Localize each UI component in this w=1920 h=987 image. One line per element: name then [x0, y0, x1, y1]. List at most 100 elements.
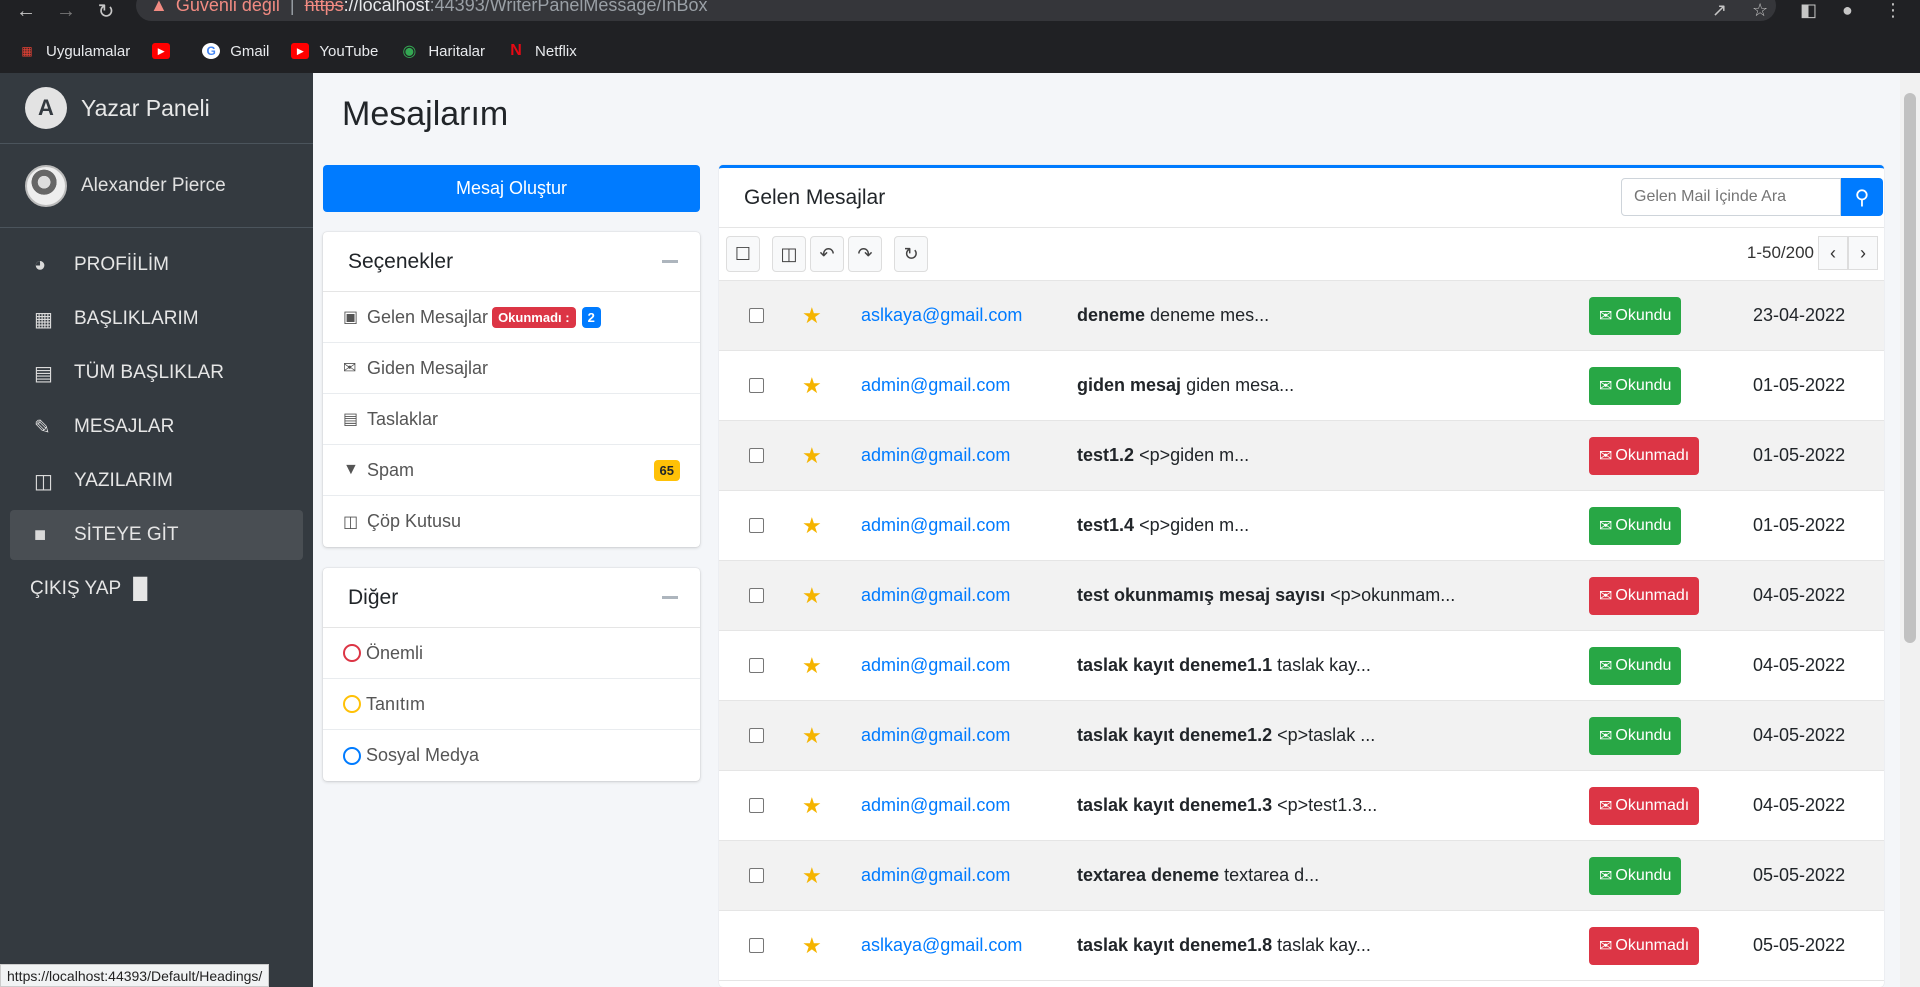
search-input[interactable]	[1621, 178, 1841, 216]
search-icon[interactable]: ⚲	[1841, 178, 1883, 216]
bookmark-youtube[interactable]: ▶ YouTube	[291, 43, 378, 60]
select-all-checkbox-icon[interactable]: ☐	[726, 236, 760, 272]
row-checkbox[interactable]	[749, 728, 764, 743]
message-sender[interactable]: admin@gmail.com	[861, 795, 1010, 816]
message-sender[interactable]: aslkaya@gmail.com	[861, 935, 1022, 956]
row-checkbox[interactable]	[749, 378, 764, 393]
table-row[interactable]: ★ admin@gmail.com taslak kayıt deneme1.3 <…	[719, 771, 1884, 841]
bookmark-apps[interactable]: ▦ Uygulamalar	[18, 43, 130, 60]
table-row[interactable]: ★ admin@gmail.com textarea deneme textarea…	[719, 841, 1884, 911]
message-sender[interactable]: admin@gmail.com	[861, 725, 1010, 746]
label-important[interactable]: Önemli	[323, 628, 700, 679]
read-status-button[interactable]: ✉ Okundu	[1589, 506, 1682, 545]
unread-status-button[interactable]: ✉ Okunmadı	[1589, 926, 1700, 965]
star-icon[interactable]: ★	[802, 863, 822, 889]
row-checkbox[interactable]	[749, 798, 764, 813]
folder-trash[interactable]: ◫ Çöp Kutusu	[323, 496, 700, 547]
folder-spam[interactable]: ▼ Spam 65	[323, 445, 700, 496]
bookmark-maps[interactable]: ◉ Haritalar	[400, 43, 485, 61]
message-subject[interactable]: taslak kayıt deneme1.3 <p>test1.3...	[1077, 795, 1377, 816]
forward-icon[interactable]: ↷	[848, 236, 882, 272]
trash-icon[interactable]: ◫	[772, 236, 806, 272]
reply-icon[interactable]: ↶	[810, 236, 844, 272]
unread-status-button[interactable]: ✉ Okunmadı	[1589, 576, 1700, 615]
bookmark-star-icon[interactable]: ☆	[1752, 0, 1768, 22]
reload-icon[interactable]: ↻	[92, 0, 120, 23]
chevron-right-icon[interactable]: ›	[1848, 236, 1878, 270]
sidebar-item-go-to-site[interactable]: ■ SİTEYE GİT	[10, 510, 303, 560]
bookmark-netflix[interactable]: N Netflix	[507, 42, 576, 60]
read-status-button[interactable]: ✉ Okundu	[1589, 296, 1682, 335]
compose-button[interactable]: Mesaj Oluştur	[323, 165, 700, 212]
folder-inbox[interactable]: ▣ Gelen Mesajlar Okunmadı : 2	[323, 292, 700, 343]
row-checkbox[interactable]	[749, 938, 764, 953]
message-sender[interactable]: admin@gmail.com	[861, 585, 1010, 606]
star-icon[interactable]: ★	[802, 793, 822, 819]
table-row[interactable]: ★ admin@gmail.com test okunmamış mesaj say…	[719, 561, 1884, 631]
folder-sent[interactable]: ✉ Giden Mesajlar	[323, 343, 700, 394]
share-icon[interactable]: ↗	[1712, 0, 1727, 22]
message-subject[interactable]: test1.4 <p>giden m...	[1077, 515, 1249, 536]
row-checkbox[interactable]	[749, 588, 764, 603]
brand-link[interactable]: A Yazar Paneli	[0, 73, 313, 144]
read-status-button[interactable]: ✉ Okundu	[1589, 646, 1682, 685]
message-subject[interactable]: test1.2 <p>giden m...	[1077, 445, 1249, 466]
sidebar-item-headings[interactable]: ▦ BAŞLIKLARIM	[10, 294, 303, 344]
menu-icon[interactable]: ⋮	[1884, 0, 1902, 22]
address-bar[interactable]: ▲ Güvenli değil | https://localhost:4439…	[136, 0, 1776, 21]
sidebar-item-all-headings[interactable]: ▤ TÜM BAŞLIKLAR	[10, 348, 303, 398]
row-checkbox[interactable]	[749, 518, 764, 533]
collapse-icon[interactable]	[662, 596, 678, 599]
sidebar-item-writings[interactable]: ◫ YAZILARIM	[10, 456, 303, 506]
unread-status-button[interactable]: ✉ Okunmadı	[1589, 436, 1700, 475]
table-row[interactable]: ★ aslkaya@gmail.com taslak kayıt deneme1.8…	[719, 911, 1884, 981]
table-row[interactable]: ★ admin@gmail.com giden mesaj giden mesa..…	[719, 351, 1884, 421]
forward-icon[interactable]: →	[52, 0, 80, 22]
sidebar-item-profile[interactable]: ◕ PROFİİLİM	[10, 240, 303, 290]
side-panel-icon[interactable]: ◧	[1800, 0, 1817, 22]
row-checkbox[interactable]	[749, 308, 764, 323]
bookmark-youtube-short[interactable]: ▶	[152, 43, 180, 59]
message-subject[interactable]: deneme deneme mes...	[1077, 305, 1269, 326]
scrollbar-thumb[interactable]	[1904, 93, 1916, 643]
table-row[interactable]: ★ aslkaya@gmail.com deneme deneme mes... ✉ O…	[719, 281, 1884, 351]
row-checkbox[interactable]	[749, 448, 764, 463]
label-social[interactable]: Sosyal Medya	[323, 730, 700, 781]
collapse-icon[interactable]	[662, 260, 678, 263]
read-status-button[interactable]: ✉ Okundu	[1589, 716, 1682, 755]
bookmark-gmail[interactable]: G Gmail	[202, 43, 269, 60]
star-icon[interactable]: ★	[802, 933, 822, 959]
message-subject[interactable]: taslak kayıt deneme1.8 taslak kay...	[1077, 935, 1371, 956]
table-row[interactable]: ★ admin@gmail.com test1.4 <p>giden m... ✉ Ok…	[719, 491, 1884, 561]
message-sender[interactable]: admin@gmail.com	[861, 865, 1010, 886]
read-status-button[interactable]: ✉ Okundu	[1589, 366, 1682, 405]
star-icon[interactable]: ★	[802, 443, 822, 469]
message-subject[interactable]: giden mesaj giden mesa...	[1077, 375, 1294, 396]
message-subject[interactable]: textarea deneme textarea d...	[1077, 865, 1319, 886]
sidebar-item-messages[interactable]: ✎ MESAJLAR	[10, 402, 303, 452]
logout-link[interactable]: ÇIKIŞ YAP █	[10, 564, 313, 614]
message-subject[interactable]: test okunmamış mesaj sayısı <p>okunmam..…	[1077, 585, 1455, 606]
message-sender[interactable]: aslkaya@gmail.com	[861, 305, 1022, 326]
label-promotion[interactable]: Tanıtım	[323, 679, 700, 730]
message-sender[interactable]: admin@gmail.com	[861, 375, 1010, 396]
folder-drafts[interactable]: ▤ Taslaklar	[323, 394, 700, 445]
table-row[interactable]: ★ admin@gmail.com test1.2 <p>giden m... ✉ Ok…	[719, 421, 1884, 491]
message-subject[interactable]: taslak kayıt deneme1.1 taslak kay...	[1077, 655, 1371, 676]
unread-status-button[interactable]: ✉ Okunmadı	[1589, 786, 1700, 825]
message-subject[interactable]: taslak kayıt deneme1.2 <p>taslak ...	[1077, 725, 1375, 746]
table-row[interactable]: ★ admin@gmail.com taslak kayıt deneme1.1 t…	[719, 631, 1884, 701]
message-sender[interactable]: admin@gmail.com	[861, 515, 1010, 536]
table-row[interactable]: ★ admin@gmail.com taslak kayıt deneme1.2 <…	[719, 701, 1884, 771]
star-icon[interactable]: ★	[802, 373, 822, 399]
star-icon[interactable]: ★	[802, 653, 822, 679]
read-status-button[interactable]: ✉ Okundu	[1589, 856, 1682, 895]
profile-icon[interactable]: ●	[1842, 0, 1853, 22]
user-panel[interactable]: Alexander Pierce	[0, 144, 313, 228]
message-sender[interactable]: admin@gmail.com	[861, 655, 1010, 676]
star-icon[interactable]: ★	[802, 723, 822, 749]
row-checkbox[interactable]	[749, 868, 764, 883]
star-icon[interactable]: ★	[802, 303, 822, 329]
row-checkbox[interactable]	[749, 658, 764, 673]
back-icon[interactable]: ←	[12, 0, 40, 22]
